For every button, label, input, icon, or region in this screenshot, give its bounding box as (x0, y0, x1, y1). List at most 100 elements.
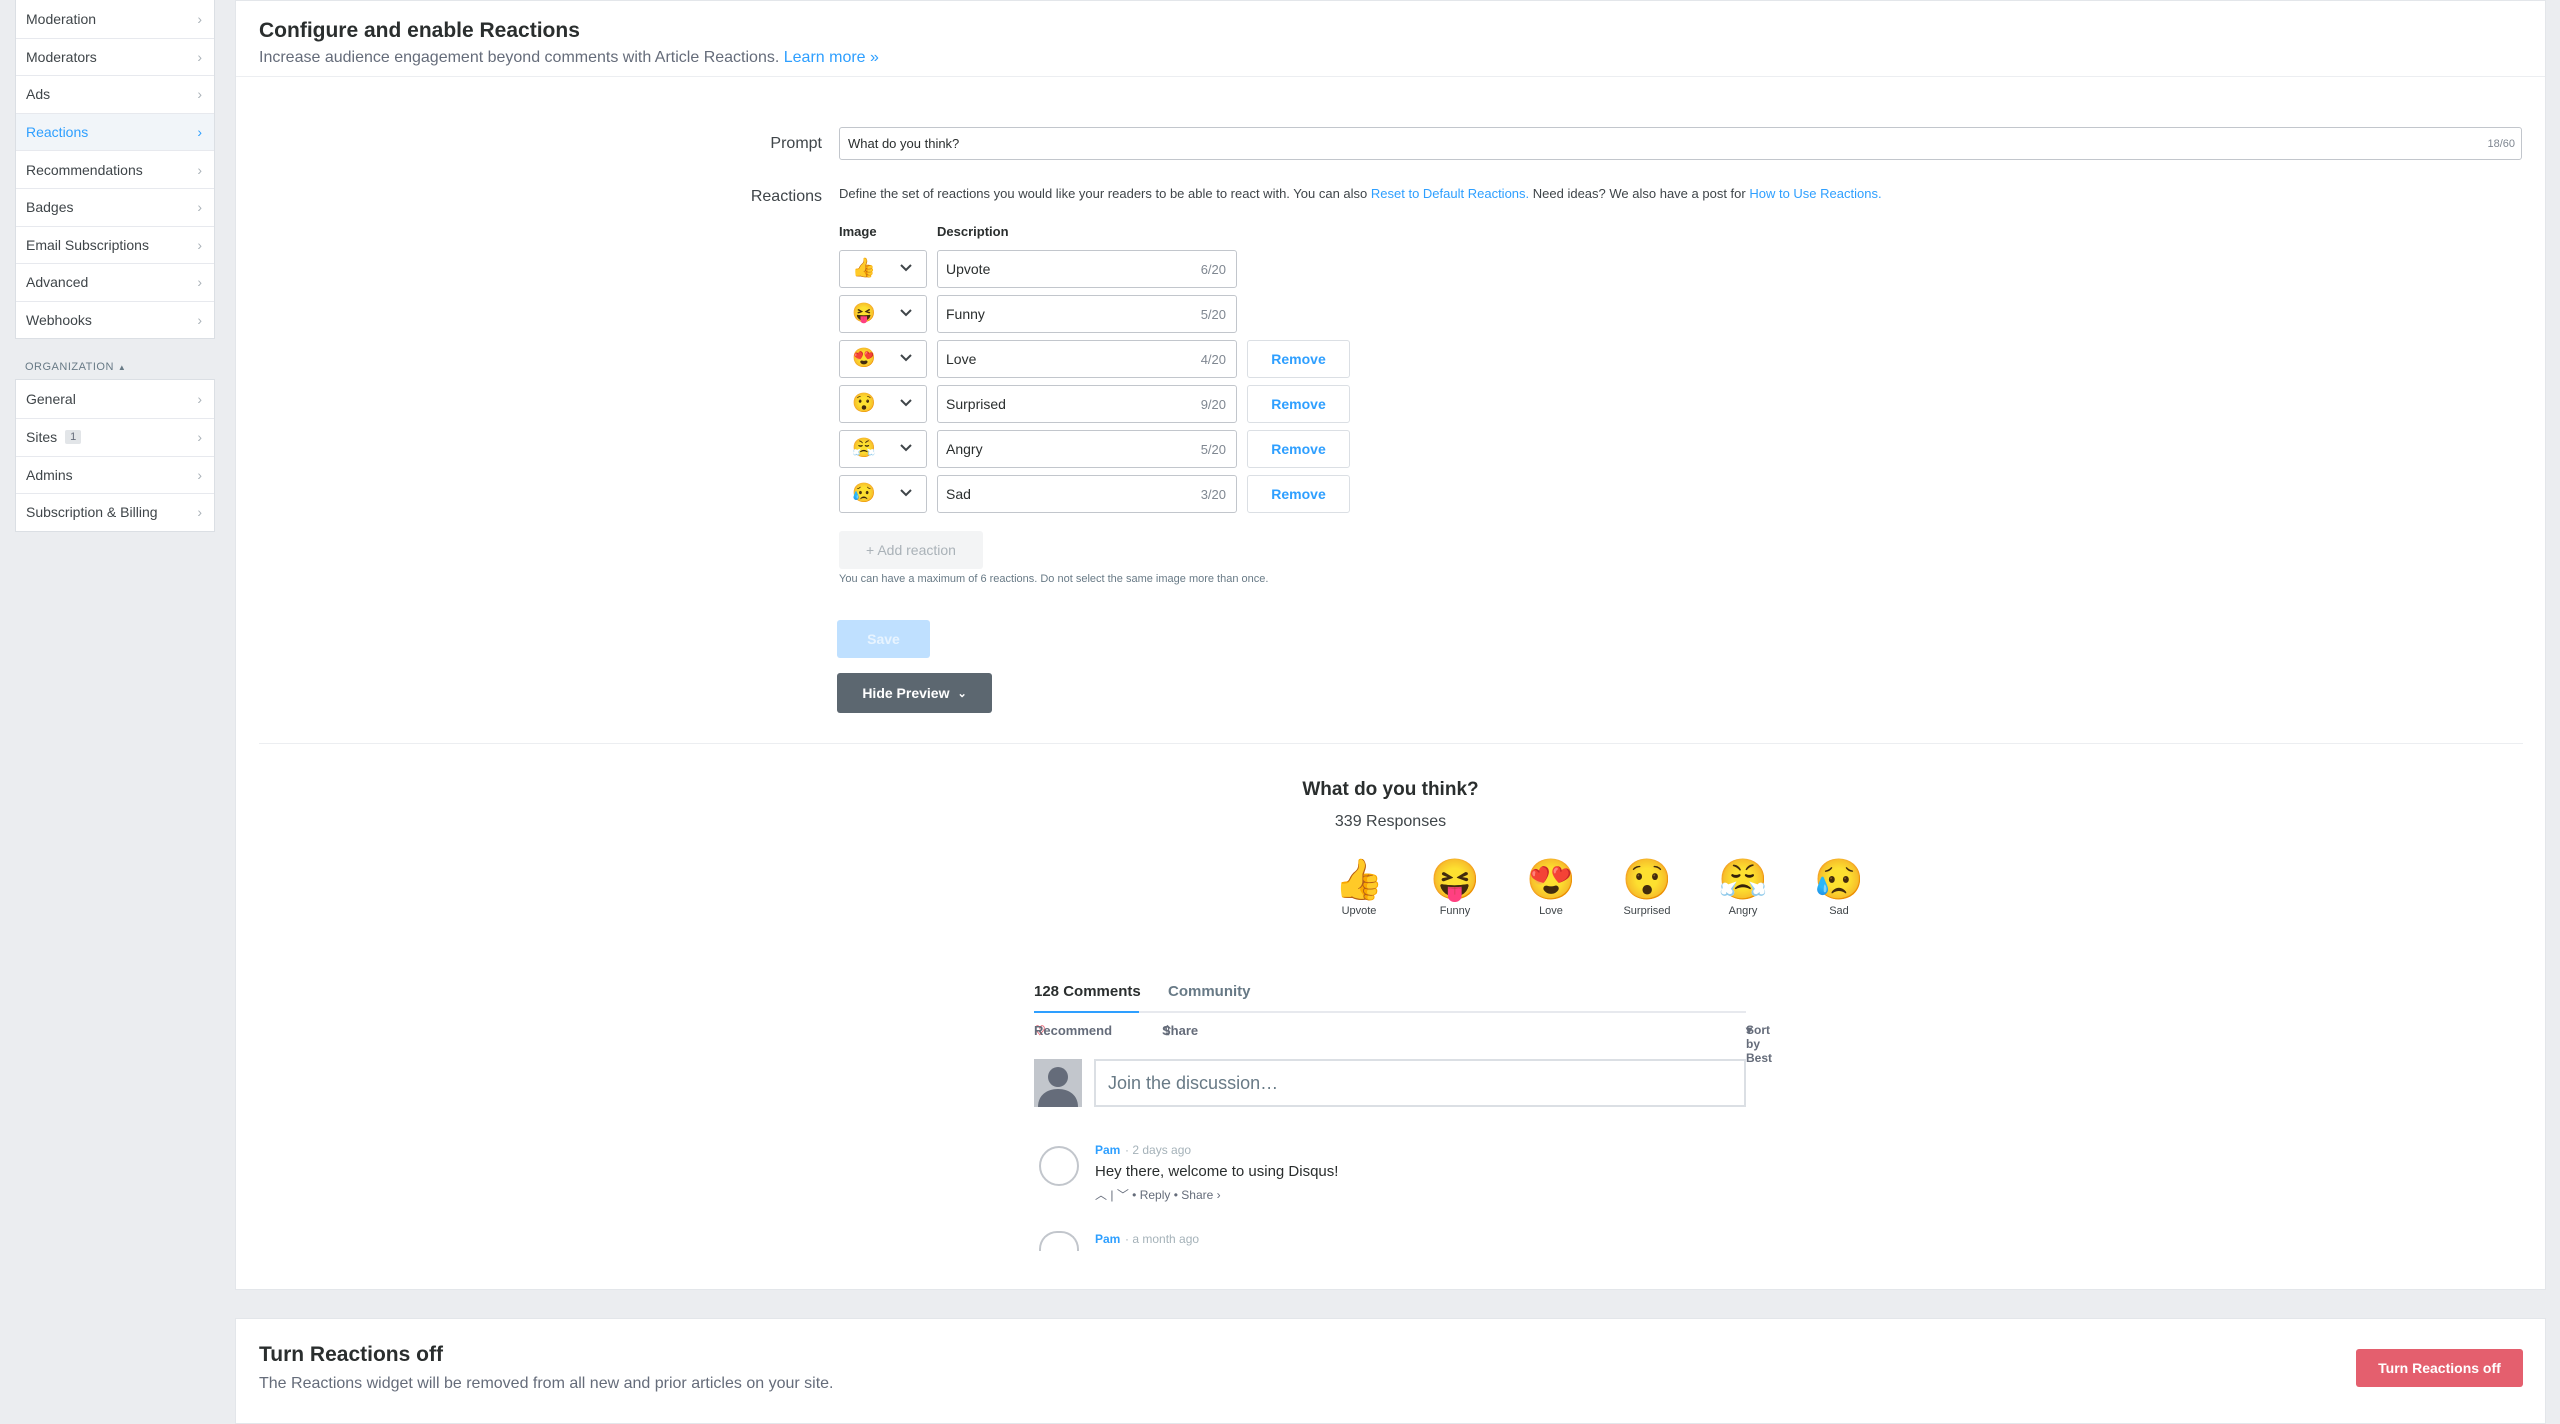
learn-more-link[interactable]: Learn more » (784, 49, 879, 66)
comment-share-link[interactable]: Share › (1181, 1188, 1220, 1202)
save-button[interactable]: Save (837, 620, 930, 658)
remove-reaction-button[interactable]: Remove (1247, 430, 1350, 468)
sidebar-item-advanced[interactable]: Advanced › (16, 263, 214, 301)
heart-eyes-icon: 😍 (1526, 858, 1576, 902)
turn-off-reactions-card: Turn Reactions off The Reactions widget … (235, 1318, 2546, 1424)
turn-reactions-off-button[interactable]: Turn Reactions off (2356, 1349, 2523, 1387)
description-char-count: 3/20 (1200, 486, 1226, 502)
chevron-right-icon: › (197, 124, 202, 141)
reaction-image-select[interactable]: 😝 (839, 295, 927, 333)
chevron-down-icon (900, 354, 912, 362)
reaction-image-select[interactable]: 😯 (839, 385, 927, 423)
sidebar-item-moderators[interactable]: Moderators › (16, 37, 214, 76)
max-reactions-note: You can have a maximum of 6 reactions. D… (839, 573, 1269, 585)
reaction-description-input[interactable]: Love 4/20 (937, 340, 1237, 378)
preview-reaction-funny[interactable]: 😝 Funny (1407, 857, 1503, 917)
organization-nav: General › Sites 1 › Admins › Subscription & … (15, 379, 215, 532)
remove-reaction-button[interactable]: Remove (1247, 385, 1350, 423)
sites-count-badge: 1 (65, 430, 82, 445)
tongue-out-icon: 😝 (852, 303, 876, 324)
turn-off-title: Turn Reactions off (259, 1343, 443, 1366)
comment-author[interactable]: Pam (1095, 1143, 1120, 1157)
page-title: Configure and enable Reactions (259, 19, 580, 42)
tongue-out-icon: 😝 (1430, 858, 1480, 902)
preview-reaction-upvote[interactable]: 👍 Upvote (1311, 857, 1407, 917)
preview-reaction-surprised[interactable]: 😯 Surprised (1599, 857, 1695, 917)
description-char-count: 6/20 (1200, 261, 1226, 277)
description-char-count: 5/20 (1200, 306, 1226, 322)
description-column-header: Description (937, 224, 1009, 239)
reaction-image-select[interactable]: 👍 (839, 250, 927, 288)
comment-author[interactable]: Pam (1095, 1232, 1120, 1246)
comment-timestamp[interactable]: · 2 days ago (1125, 1143, 1191, 1157)
comment-timestamp[interactable]: · a month ago (1125, 1232, 1199, 1246)
reset-default-reactions-link[interactable]: Reset to Default Reactions. (1371, 186, 1529, 201)
remove-reaction-button[interactable]: Remove (1247, 475, 1350, 513)
how-to-use-reactions-link[interactable]: How to Use Reactions. (1749, 186, 1881, 201)
reaction-description-input[interactable]: Angry 5/20 (937, 430, 1237, 468)
turn-off-subtitle: The Reactions widget will be removed fro… (259, 1375, 834, 1392)
preview-reactions: 👍 Upvote 😝 Funny 😍 Love 😯 Surprised 😤 Angry 😥… (1311, 857, 1887, 917)
preview-reaction-sad[interactable]: 😥 Sad (1791, 857, 1887, 917)
reactions-label: Reactions (750, 188, 822, 205)
sidebar-item-subscription-billing[interactable]: Subscription & Billing › (16, 493, 214, 531)
sidebar-item-ads[interactable]: Ads › (16, 75, 214, 113)
upvote-icon[interactable]: ︿ (1095, 1188, 1107, 1202)
prompt-input[interactable]: What do you think? 18/60 (839, 127, 2522, 160)
chevron-right-icon: › (197, 504, 202, 521)
chevron-right-icon: › (197, 10, 202, 27)
comment-avatar[interactable] (1039, 1231, 1079, 1251)
thumbs-up-icon: 👍 (852, 258, 876, 279)
reaction-image-select[interactable]: 😍 (839, 340, 927, 378)
reply-link[interactable]: Reply (1140, 1188, 1171, 1202)
thumbs-up-icon: 👍 (1334, 858, 1384, 902)
configure-reactions-card: Configure and enable Reactions Increase … (235, 0, 2546, 1290)
reaction-description-input[interactable]: Sad 3/20 (937, 475, 1237, 513)
reaction-description-input[interactable]: Upvote 6/20 (937, 250, 1237, 288)
sidebar-item-sites[interactable]: Sites 1 › (16, 417, 214, 456)
sidebar-item-email-subscriptions[interactable]: Email Subscriptions › (16, 225, 214, 264)
join-discussion-input[interactable]: Join the discussion… (1094, 1059, 1746, 1107)
chevron-down-icon (900, 489, 912, 497)
hide-preview-button[interactable]: Hide Preview ⌄ (837, 673, 992, 713)
surprised-icon: 😯 (852, 393, 876, 414)
heart-eyes-icon: 😍 (852, 348, 876, 369)
page-subtitle: Increase audience engagement beyond comm… (259, 49, 879, 66)
sidebar-item-badges[interactable]: Badges › (16, 187, 214, 226)
organization-section-label[interactable]: ORGANIZATION ▲ (25, 361, 215, 373)
sidebar-item-webhooks[interactable]: Webhooks › (16, 300, 214, 339)
reaction-description-input[interactable]: Funny 5/20 (937, 295, 1237, 333)
add-reaction-button[interactable]: + Add reaction (839, 531, 983, 569)
sad-icon: 😥 (1814, 858, 1864, 902)
comment-actions: ︿ | ﹀ • Reply • Share › (1095, 1188, 1221, 1202)
sidebar-item-general[interactable]: General › (16, 380, 214, 418)
chevron-right-icon: › (197, 161, 202, 178)
sidebar-item-moderation[interactable]: Moderation › (16, 0, 214, 38)
chevron-down-icon (900, 399, 912, 407)
downvote-icon[interactable]: ﹀ (1117, 1188, 1129, 1202)
description-char-count: 9/20 (1200, 396, 1226, 412)
angry-icon: 😤 (1718, 858, 1768, 902)
reaction-image-select[interactable]: 😤 (839, 430, 927, 468)
card-header: Configure and enable Reactions Increase … (236, 1, 2545, 77)
tab-comments[interactable]: 128 Comments (1034, 983, 1141, 1000)
chevron-right-icon: › (197, 274, 202, 291)
preview-reaction-angry[interactable]: 😤 Angry (1695, 857, 1791, 917)
active-tab-indicator (1034, 1011, 1139, 1013)
sidebar-item-reactions[interactable]: Reactions › (16, 112, 214, 151)
current-user-avatar (1034, 1059, 1082, 1107)
preview-reaction-love[interactable]: 😍 Love (1503, 857, 1599, 917)
comment-text: Hey there, welcome to using Disqus! (1095, 1163, 1339, 1180)
sidebar-item-recommendations[interactable]: Recommendations › (16, 150, 214, 188)
user-silhouette-icon (1038, 1067, 1078, 1107)
chevron-down-icon (900, 309, 912, 317)
reaction-image-select[interactable]: 😥 (839, 475, 927, 513)
description-char-count: 4/20 (1200, 351, 1226, 367)
angry-icon: 😤 (852, 438, 876, 459)
sidebar-item-admins[interactable]: Admins › (16, 455, 214, 494)
reaction-description-input[interactable]: Surprised 9/20 (937, 385, 1237, 423)
surprised-icon: 😯 (1622, 858, 1672, 902)
comment-avatar[interactable] (1039, 1146, 1079, 1186)
remove-reaction-button[interactable]: Remove (1247, 340, 1350, 378)
tab-community[interactable]: Community (1168, 983, 1251, 1000)
